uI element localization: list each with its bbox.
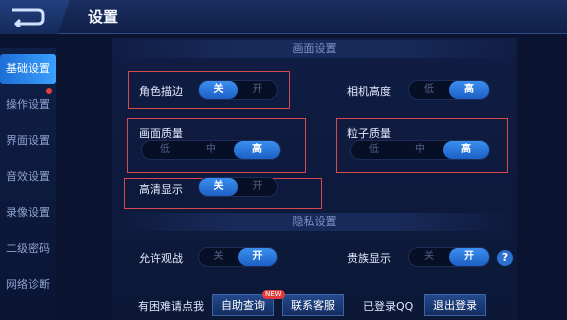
sidebar-item-interface[interactable]: 界面设置 — [0, 126, 56, 156]
noble-display-option-on[interactable]: 开 — [449, 248, 489, 266]
camera-height-option-high[interactable]: 高 — [449, 81, 489, 99]
back-button[interactable] — [0, 0, 70, 34]
section-title-privacy: 隐私设置 — [112, 213, 517, 231]
page-title: 设置 — [88, 8, 119, 26]
image-quality-option-low[interactable]: 低 — [142, 141, 188, 159]
hd-display-option-on[interactable]: 开 — [238, 178, 277, 196]
particle-quality-selector[interactable]: 低 中 高 — [350, 140, 490, 160]
back-arrow-icon — [12, 8, 45, 27]
camera-height-option-low[interactable]: 低 — [409, 81, 449, 99]
allow-watch-option-off[interactable]: 关 — [199, 248, 238, 266]
noble-display-option-off[interactable]: 关 — [409, 248, 449, 266]
section-title-display: 画面设置 — [112, 40, 517, 58]
sidebar-item-secondary-password[interactable]: 二级密码 — [0, 234, 56, 264]
footer-bar: 有困难请点我 自助查询 联系客服 已登录QQ 退出登录 — [112, 292, 517, 320]
hd-display-label: 高清显示 — [139, 183, 183, 196]
login-status: 已登录QQ — [363, 300, 414, 313]
sidebar-item-replay[interactable]: 录像设置 — [0, 198, 56, 228]
particle-quality-label: 粒子质量 — [347, 127, 391, 140]
help-icon[interactable]: ? — [497, 250, 513, 266]
sidebar-item-sound[interactable]: 音效设置 — [0, 162, 56, 192]
sidebar-item-network[interactable]: 网络诊断 — [0, 270, 56, 300]
contact-service-button[interactable]: 联系客服 — [282, 294, 344, 316]
top-bar: 设置 — [0, 0, 567, 34]
new-badge: NEW — [262, 290, 285, 299]
sidebar-item-basic[interactable]: 基础设置 — [0, 54, 56, 84]
image-quality-selector[interactable]: 低 中 高 — [141, 140, 281, 160]
image-quality-label: 画面质量 — [139, 127, 183, 140]
logout-button[interactable]: 退出登录 — [424, 294, 486, 316]
allow-watch-toggle[interactable]: 关 开 — [198, 247, 278, 267]
hd-display-toggle[interactable]: 关 开 — [198, 177, 278, 197]
noble-display-label: 贵族显示 — [347, 252, 391, 265]
particle-quality-option-high[interactable]: 高 — [443, 141, 489, 159]
help-text[interactable]: 有困难请点我 — [138, 298, 204, 314]
outline-toggle[interactable]: 关 开 — [198, 80, 278, 100]
particle-quality-option-low[interactable]: 低 — [351, 141, 397, 159]
allow-watch-option-on[interactable]: 开 — [238, 248, 277, 266]
particle-quality-option-mid[interactable]: 中 — [397, 141, 443, 159]
camera-height-label: 相机高度 — [347, 85, 391, 98]
camera-height-toggle[interactable]: 低 高 — [408, 80, 490, 100]
outline-option-off[interactable]: 关 — [199, 81, 238, 99]
outline-label: 角色描边 — [139, 85, 183, 98]
image-quality-option-mid[interactable]: 中 — [188, 141, 234, 159]
outline-option-on[interactable]: 开 — [238, 81, 277, 99]
image-quality-option-high[interactable]: 高 — [234, 141, 280, 159]
allow-watch-label: 允许观战 — [139, 252, 183, 265]
hd-display-option-off[interactable]: 关 — [199, 178, 238, 196]
noble-display-toggle[interactable]: 关 开 — [408, 247, 490, 267]
notification-dot — [46, 88, 52, 94]
sidebar-item-operation[interactable]: 操作设置 — [0, 90, 56, 120]
